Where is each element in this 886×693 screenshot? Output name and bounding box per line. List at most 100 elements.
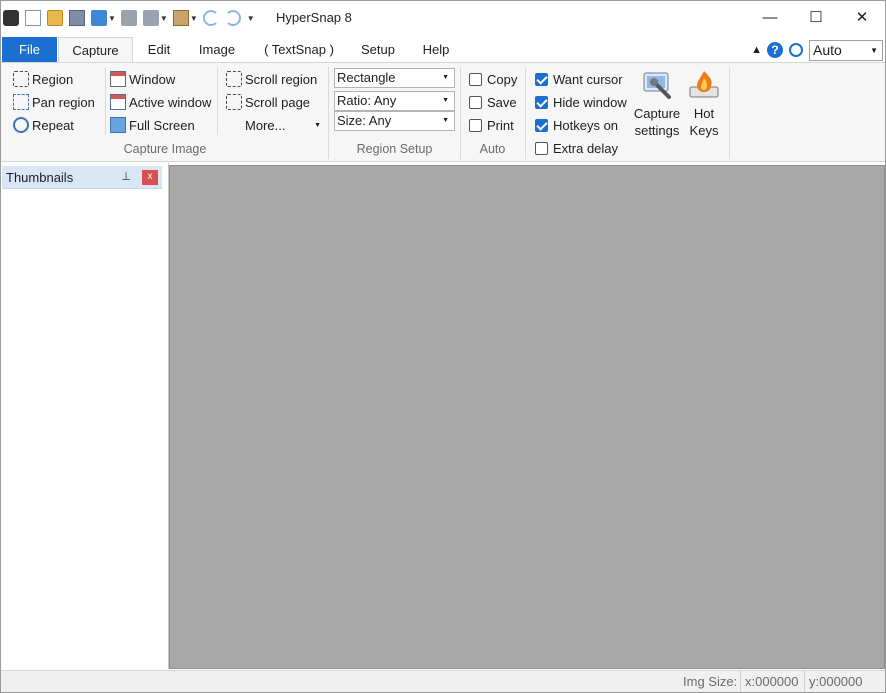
chevron-down-icon: ▼: [442, 97, 449, 104]
repeat-label: Repeat: [32, 117, 74, 133]
auto-group-label: Auto: [479, 142, 506, 156]
thumbnails-header: Thumbnails ⊥ x: [2, 166, 162, 189]
extra-delay-label: Extra delay: [553, 140, 619, 156]
checkbox-checked-icon: [535, 95, 548, 109]
pin-icon[interactable]: ⊥: [120, 171, 132, 183]
full-screen-button[interactable]: Full Screen: [110, 115, 195, 135]
scroll-page-icon: [226, 94, 242, 110]
hot-keys-label-1: Hot: [693, 106, 715, 121]
hot-keys-button[interactable]: Hot Keys: [685, 69, 723, 139]
customize-toolbar-icon[interactable]: ▼: [247, 14, 255, 23]
quick-access-toolbar: ▼ ▼ ▼ ▼: [3, 8, 260, 28]
checkbox-icon: [469, 72, 482, 86]
more-button[interactable]: More... ▼: [245, 115, 323, 135]
save-icon[interactable]: [69, 10, 85, 26]
capture-settings-icon: [641, 69, 673, 101]
scroll-page-label: Scroll page: [245, 94, 311, 110]
region-shape-value: Rectangle: [337, 70, 396, 85]
divider: [217, 67, 218, 135]
scroll-region-button[interactable]: Scroll region: [226, 69, 317, 89]
new-document-icon[interactable]: [25, 10, 41, 26]
region-button[interactable]: Region: [13, 69, 73, 89]
tab-setup[interactable]: Setup: [355, 37, 401, 62]
auto-save-label: Save: [487, 94, 517, 110]
scroll-page-button[interactable]: Scroll page: [226, 92, 310, 112]
more-label: More...: [245, 117, 286, 133]
close-panel-button[interactable]: x: [142, 170, 158, 185]
help-icon[interactable]: ?: [767, 42, 783, 58]
auto-print-label: Print: [487, 117, 514, 133]
want-cursor-checkbox[interactable]: Want cursor: [535, 70, 623, 88]
open-folder-icon[interactable]: [47, 10, 63, 26]
title-bar: ▼ ▼ ▼ ▼ HyperSnap 8 — ☐ ✕: [1, 1, 885, 37]
divider: [105, 67, 106, 135]
hide-window-checkbox[interactable]: Hide window: [535, 93, 627, 111]
size-value: Size: Any: [337, 113, 392, 128]
auto-save-checkbox[interactable]: Save: [469, 93, 517, 111]
hot-keys-icon: [688, 69, 720, 101]
tab-help[interactable]: Help: [417, 37, 455, 62]
active-window-icon: [110, 94, 126, 110]
clipboard-icon[interactable]: [172, 10, 189, 26]
checkbox-checked-icon: [535, 72, 548, 86]
upload-dropdown-icon[interactable]: ▼: [108, 14, 116, 23]
status-bar: Img Size: x:000000 y:000000: [1, 670, 885, 692]
capture-settings-label-1: Capture: [633, 106, 681, 121]
pan-region-button[interactable]: Pan region: [13, 92, 95, 112]
tab-capture[interactable]: Capture: [58, 37, 133, 63]
y-coordinate: y:000000: [804, 671, 863, 692]
hotkeys-on-checkbox[interactable]: Hotkeys on: [535, 116, 618, 134]
print-dropdown-icon[interactable]: ▼: [160, 14, 168, 23]
ribbon: Region Pan region Repeat Window Active w…: [1, 62, 885, 162]
hot-keys-label-2: Keys: [689, 123, 719, 138]
upload-icon[interactable]: [91, 10, 107, 26]
full-screen-icon: [110, 117, 126, 133]
search-icon[interactable]: [789, 43, 803, 57]
chevron-down-icon: ▼: [314, 121, 321, 129]
print-multiple-icon[interactable]: [142, 10, 159, 26]
collapse-ribbon-icon[interactable]: ▲: [751, 44, 762, 56]
repeat-button[interactable]: Repeat: [13, 115, 74, 135]
print-icon[interactable]: [120, 10, 137, 26]
zoom-value: Auto: [813, 41, 842, 58]
auto-copy-label: Copy: [487, 71, 518, 87]
extra-delay-checkbox[interactable]: Extra delay: [535, 139, 618, 157]
image-canvas[interactable]: [169, 165, 885, 669]
capture-settings-label-2: settings: [634, 123, 680, 138]
capture-settings-button[interactable]: Capture settings: [631, 69, 683, 139]
active-window-label: Active window: [129, 94, 212, 110]
tab-file[interactable]: File: [2, 37, 57, 62]
ratio-select[interactable]: Ratio: Any ▼: [334, 91, 455, 111]
active-window-button[interactable]: Active window: [110, 92, 211, 112]
ribbon-right-tools: ▲ ? Auto ▼: [751, 39, 883, 61]
hide-window-label: Hide window: [553, 94, 627, 110]
redo-icon[interactable]: [224, 10, 241, 26]
window-button[interactable]: Window: [110, 69, 175, 89]
size-select[interactable]: Size: Any ▼: [334, 111, 455, 131]
maximize-button[interactable]: ☐: [793, 1, 839, 33]
region-shape-select[interactable]: Rectangle ▼: [334, 68, 455, 88]
window-icon: [110, 71, 126, 87]
auto-print-checkbox[interactable]: Print: [469, 116, 514, 134]
tab-textsnap[interactable]: ( TextSnap ): [257, 37, 341, 62]
zoom-select[interactable]: Auto ▼: [809, 39, 883, 61]
app-title: HyperSnap 8: [276, 10, 352, 25]
undo-icon[interactable]: [202, 10, 219, 26]
checkbox-checked-icon: [535, 118, 548, 132]
tab-edit[interactable]: Edit: [138, 37, 180, 62]
close-button[interactable]: ✕: [839, 1, 885, 33]
app-window: ▼ ▼ ▼ ▼ HyperSnap 8 — ☐ ✕ File Capture E…: [0, 0, 886, 693]
checkbox-icon: [469, 118, 482, 132]
minimize-button[interactable]: —: [747, 1, 793, 33]
divider: [729, 67, 730, 159]
chevron-down-icon: ▼: [870, 45, 878, 55]
thumbnails-title: Thumbnails: [6, 170, 74, 185]
region-label: Region: [32, 71, 74, 87]
checkbox-icon: [535, 141, 548, 155]
clipboard-dropdown-icon[interactable]: ▼: [190, 14, 198, 23]
tab-image[interactable]: Image: [192, 37, 242, 62]
camera-icon[interactable]: [3, 10, 19, 26]
divider: [525, 67, 526, 159]
full-screen-label: Full Screen: [129, 117, 195, 133]
auto-copy-checkbox[interactable]: Copy: [469, 70, 517, 88]
